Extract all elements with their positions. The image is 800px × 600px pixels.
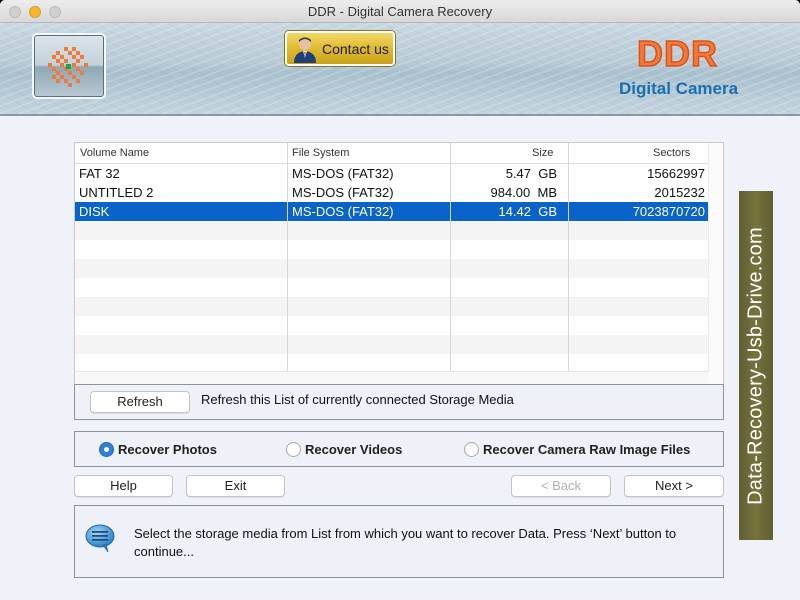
table-row-selected[interactable]: DISK MS-DOS (FAT32) 14.42 GB 7023870720 <box>75 202 709 221</box>
app-logo <box>32 33 106 99</box>
info-panel: Select the storage media from List from … <box>74 505 724 578</box>
column-divider[interactable] <box>450 143 451 164</box>
radio-label: Recover Videos <box>305 442 403 457</box>
side-watermark-banner: Data-Recovery-Usb-Drive.com <box>739 191 773 540</box>
column-divider[interactable] <box>568 143 569 164</box>
chat-bubble-icon <box>85 524 115 553</box>
table-row[interactable]: FAT 32 MS-DOS (FAT32) 5.47 GB 15662997 <box>75 164 709 183</box>
next-button[interactable]: Next > <box>624 475 724 497</box>
radio-recover-photos[interactable]: Recover Photos <box>99 442 217 457</box>
table-row-empty[interactable] <box>75 259 709 278</box>
table-row-empty[interactable] <box>75 316 709 335</box>
title-bar: DDR - Digital Camera Recovery <box>0 0 800 23</box>
table-row-empty[interactable] <box>75 335 709 354</box>
header-banner: Contact us DDR Digital Camera <box>0 23 800 116</box>
column-header-size[interactable]: Size <box>532 147 553 159</box>
column-divider[interactable] <box>287 143 288 164</box>
table-row-empty[interactable] <box>75 354 709 371</box>
exit-button[interactable]: Exit <box>186 475 285 497</box>
radio-unchecked-icon[interactable] <box>464 442 479 457</box>
column-header-file-system[interactable]: File System <box>292 147 349 159</box>
cell-size: 984.00 MB <box>490 185 558 200</box>
volume-table: Volume Name File System Size Sectors FAT… <box>74 142 724 387</box>
table-row-empty[interactable] <box>75 278 709 297</box>
cell-file-system: MS-DOS (FAT32) <box>292 166 394 181</box>
column-divider <box>450 164 451 371</box>
cell-size: 14.42 GB <box>498 204 557 219</box>
column-header-volume-name[interactable]: Volume Name <box>80 147 149 159</box>
product-name: Digital Camera <box>619 79 739 98</box>
contact-us-label: Contact us <box>322 41 389 57</box>
cell-volume-name: FAT 32 <box>79 166 120 181</box>
main-content: Volume Name File System Size Sectors FAT… <box>0 118 800 600</box>
app-window: DDR - Digital Camera Recovery Contact us… <box>0 0 800 600</box>
vertical-scrollbar[interactable] <box>708 143 723 386</box>
column-divider <box>287 164 288 371</box>
radio-recover-raw-files[interactable]: Recover Camera Raw Image Files <box>464 442 690 457</box>
cell-file-system: MS-DOS (FAT32) <box>292 185 394 200</box>
refresh-button[interactable]: Refresh <box>90 391 190 413</box>
radio-label: Recover Photos <box>118 442 217 457</box>
info-message: Select the storage media from List from … <box>134 526 677 559</box>
window-title: DDR - Digital Camera Recovery <box>307 4 493 19</box>
table-row-empty[interactable] <box>75 297 709 316</box>
column-header-sectors[interactable]: Sectors <box>653 147 690 159</box>
refresh-panel: Refresh Refresh this List of currently c… <box>74 384 724 420</box>
column-divider <box>568 164 569 371</box>
radio-recover-videos[interactable]: Recover Videos <box>286 442 402 457</box>
radio-label: Recover Camera Raw Image Files <box>483 442 691 457</box>
table-body: FAT 32 MS-DOS (FAT32) 5.47 GB 15662997 U… <box>75 164 709 371</box>
cell-size: 5.47 GB <box>505 166 557 181</box>
table-row-empty[interactable] <box>75 221 709 240</box>
cell-sectors: 15662997 <box>647 166 705 181</box>
help-button[interactable]: Help <box>74 475 173 497</box>
checker-logo-icon <box>48 47 88 87</box>
person-icon <box>294 37 316 63</box>
cell-volume-name: UNTITLED 2 <box>79 185 154 200</box>
table-row[interactable]: UNTITLED 2 MS-DOS (FAT32) 984.00 MB 2015… <box>75 183 709 202</box>
brand-logo-text: DDR <box>636 32 718 75</box>
cell-sectors: 2015232 <box>654 185 705 200</box>
radio-checked-icon[interactable] <box>99 442 114 457</box>
table-header: Volume Name File System Size Sectors <box>75 143 709 164</box>
watermark-text: Data-Recovery-Usb-Drive.com <box>744 226 767 505</box>
contact-us-button[interactable]: Contact us <box>285 31 395 66</box>
table-row-empty[interactable] <box>75 240 709 259</box>
cell-sectors: 7023870720 <box>632 204 705 219</box>
back-button[interactable]: < Back <box>511 475 611 497</box>
radio-unchecked-icon[interactable] <box>286 442 301 457</box>
cell-file-system: MS-DOS (FAT32) <box>292 204 394 219</box>
refresh-description: Refresh this List of currently connected… <box>201 392 514 407</box>
recover-type-panel: Recover Photos Recover Videos Recover Ca… <box>74 431 724 467</box>
cell-volume-name: DISK <box>79 204 110 219</box>
